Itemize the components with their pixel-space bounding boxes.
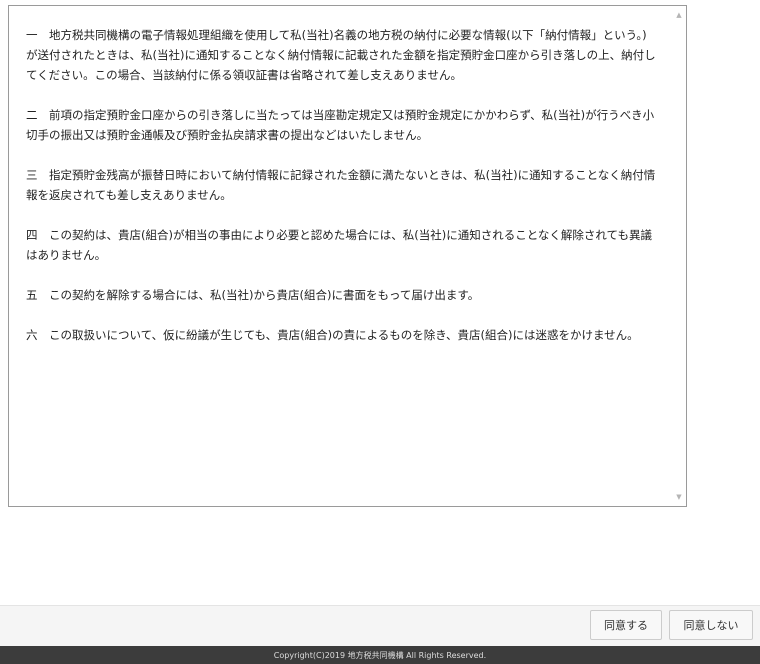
terms-content: 一 地方税共同機構の電子情報処理組織を使用して私(当社)名義の地方税の納付に必要… — [9, 6, 672, 506]
scroll-up-arrow-icon[interactable]: ▲ — [672, 8, 686, 22]
page: 一 地方税共同機構の電子情報処理組織を使用して私(当社)名義の地方税の納付に必要… — [0, 0, 760, 664]
terms-paragraph-5: 五 この契約を解除する場合には、私(当社)から貴店(組合)に書面をもって届け出ま… — [26, 288, 480, 302]
scroll-down-arrow-icon[interactable]: ▼ — [672, 490, 686, 504]
disagree-button[interactable]: 同意しない — [669, 610, 753, 640]
terms-scroll-box[interactable]: 一 地方税共同機構の電子情報処理組織を使用して私(当社)名義の地方税の納付に必要… — [8, 5, 687, 507]
agree-button[interactable]: 同意する — [590, 610, 662, 640]
terms-paragraph-6: 六 この取扱いについて、仮に紛議が生じても、貴店(組合)の責によるものを除き、貴… — [26, 328, 639, 342]
action-bar: 同意する 同意しない — [0, 605, 760, 646]
copyright-text: Copyright(C)2019 地方税共同機構 All Rights Rese… — [273, 650, 487, 660]
terms-paragraph-3: 三 指定預貯金残高が振替日時において納付情報に記録された金額に満たないときは、私… — [26, 168, 656, 202]
copyright-footer: Copyright(C)2019 地方税共同機構 All Rights Rese… — [0, 646, 760, 664]
terms-paragraph-4: 四 この契約は、貴店(組合)が相当の事由により必要と認めた場合には、私(当社)に… — [26, 228, 652, 262]
vertical-scrollbar[interactable]: ▲ ▼ — [672, 6, 686, 506]
terms-paragraph-1: 一 地方税共同機構の電子情報処理組織を使用して私(当社)名義の地方税の納付に必要… — [26, 28, 656, 82]
terms-paragraph-2: 二 前項の指定預貯金口座からの引き落しに当たっては当座勘定規定又は預貯金規定にか… — [26, 108, 655, 142]
